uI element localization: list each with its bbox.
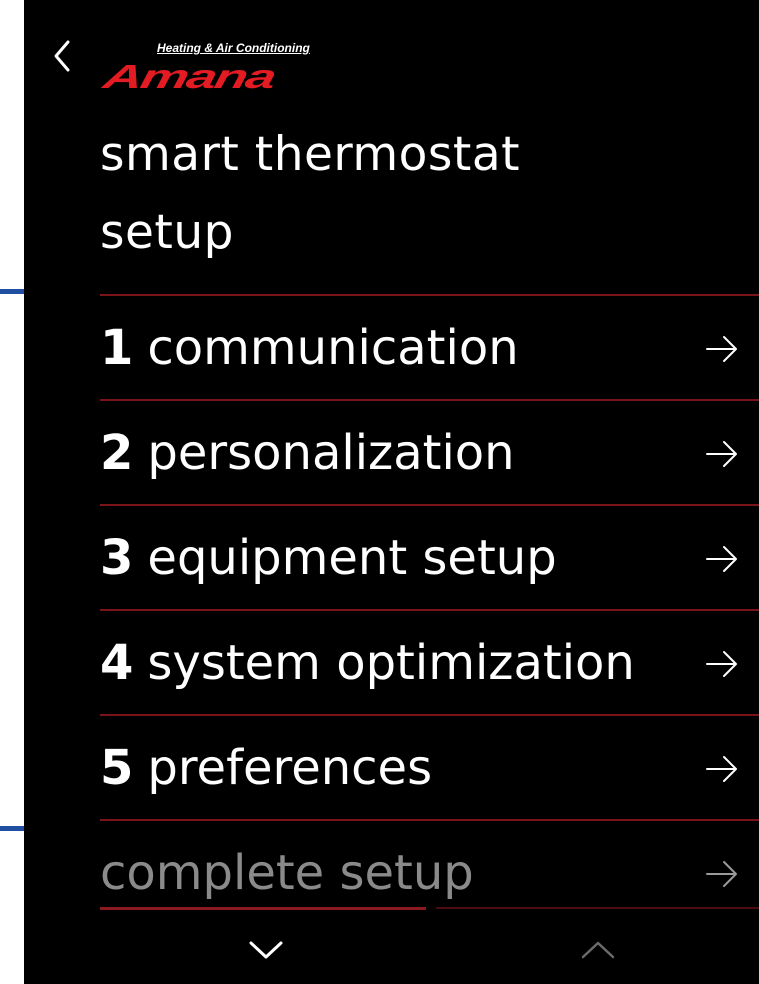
back-button[interactable]	[46, 36, 82, 76]
chevron-down-icon	[249, 941, 283, 959]
menu-item-label: 5 preferences	[100, 738, 432, 798]
logo-tagline: Heating & Air Conditioning	[157, 41, 310, 55]
side-marker-top	[0, 289, 24, 294]
menu-item-label: 4 system optimization	[100, 633, 635, 693]
scroll-up-button[interactable]	[580, 936, 616, 964]
menu-item-personalization[interactable]: 2 personalization	[100, 401, 759, 504]
arrow-right-icon	[706, 441, 737, 467]
menu-item-label: complete setup	[100, 843, 474, 903]
chevron-left-icon	[54, 40, 70, 72]
menu-item-label: 1 communication	[100, 318, 519, 378]
page-title: smart thermostat setup	[100, 127, 521, 260]
chevron-up-icon	[581, 941, 615, 959]
step-number: 4	[100, 635, 134, 691]
arrow-right-icon	[706, 861, 737, 887]
amana-logo: Amana Heating & Air Conditioning	[100, 26, 330, 95]
scroll-indicator-track	[436, 907, 759, 909]
step-number: 5	[100, 740, 134, 796]
menu-item-communication[interactable]: 1 communication	[100, 296, 759, 399]
step-number: 3	[100, 530, 134, 586]
arrow-right-icon	[706, 651, 737, 677]
scroll-indicator-active	[100, 907, 426, 910]
arrow-right-icon	[706, 546, 737, 572]
step-label: system optimization	[147, 635, 635, 691]
thermostat-screen: Amana Heating & Air Conditioning smart t…	[24, 0, 759, 984]
scroll-down-button[interactable]	[248, 936, 284, 964]
setup-menu: 1 communication 2 personalization 3 equipme…	[100, 294, 759, 924]
step-label: personalization	[147, 425, 515, 481]
menu-item-label: 2 personalization	[100, 423, 515, 483]
step-number: 1	[100, 320, 134, 376]
side-marker-bottom	[0, 826, 24, 831]
arrow-right-icon	[706, 336, 737, 362]
step-label: equipment setup	[147, 530, 557, 586]
menu-item-equipment-setup[interactable]: 3 equipment setup	[100, 506, 759, 609]
outer-margin	[0, 0, 24, 984]
step-number: 2	[100, 425, 134, 481]
step-label: communication	[147, 320, 519, 376]
menu-item-label: 3 equipment setup	[100, 528, 557, 588]
arrow-right-icon	[706, 756, 737, 782]
menu-item-preferences[interactable]: 5 preferences	[100, 716, 759, 819]
step-label: preferences	[147, 740, 433, 796]
logo-wordmark: Amana	[100, 58, 279, 96]
step-label: complete setup	[100, 845, 474, 901]
menu-item-system-optimization[interactable]: 4 system optimization	[100, 611, 759, 714]
